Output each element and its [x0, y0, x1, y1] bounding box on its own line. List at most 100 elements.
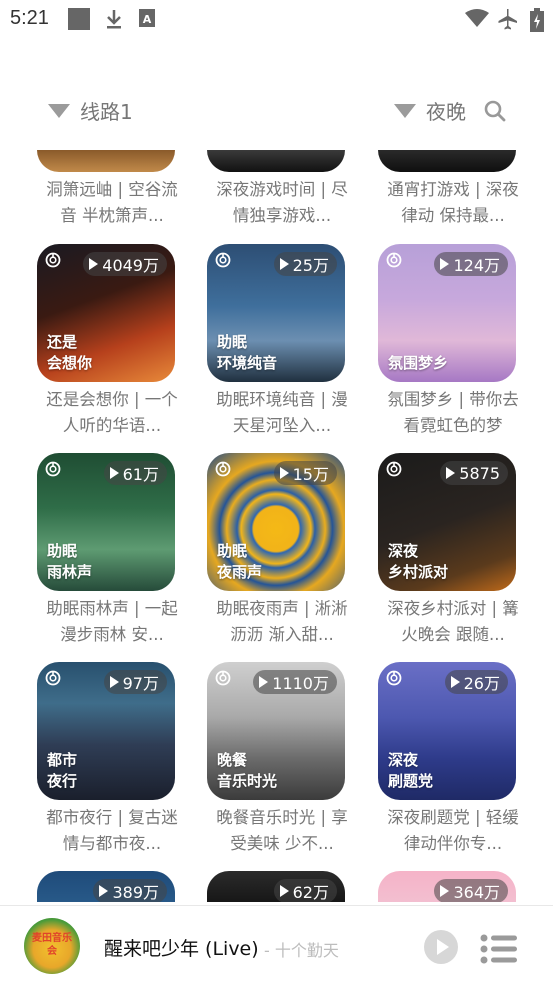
tag-line: 环境纯音 [217, 354, 278, 372]
playlist-caption: 深夜刷题党 | 轻缓律动伴你专... [387, 808, 519, 853]
tag-line: 晚餐 [217, 751, 248, 769]
status-time: 5:21 [10, 7, 49, 29]
app-a-icon: A [139, 9, 155, 27]
play-icon [89, 258, 99, 270]
playlist-cover: 97万都市夜行 [37, 662, 175, 800]
download-icon [107, 10, 121, 29]
playlist-caption: 助眠夜雨声 | 淅淅沥沥 渐入甜... [216, 599, 348, 644]
playlist-caption: 深夜游戏时间 | 尽情独享游戏... [216, 180, 348, 225]
play-icon [109, 467, 119, 479]
playlist-cover [207, 150, 345, 172]
playlist-caption: 助眠雨林声 | 一起漫步雨林 安... [46, 599, 178, 644]
playlist-tag: 晚餐 音乐时光 [217, 750, 277, 792]
play-count: 61万 [103, 461, 167, 485]
playlist-cover: 15万助眠夜雨声 [207, 453, 345, 591]
playlist-cover [37, 150, 175, 172]
radio-logo-icon [45, 670, 61, 686]
route-selector[interactable]: 线路1 [48, 96, 133, 125]
playlist-caption: 还是会想你 | 一个人听的华语... [46, 390, 178, 435]
play-icon [279, 467, 289, 479]
play-count: 364万 [434, 879, 508, 902]
tag-line: 夜行 [47, 772, 78, 790]
play-icon [450, 676, 460, 688]
playlist-cover: 364万 [378, 871, 516, 902]
status-bar: 5:21 A [0, 0, 553, 38]
play-icon [279, 885, 289, 897]
play-icon [259, 676, 269, 688]
playlist-tag: 深夜 乡村派对 [388, 541, 448, 583]
radio-logo-icon [45, 252, 61, 268]
radio-logo-icon [45, 461, 61, 477]
playlist-grid[interactable]: 洞箫远岫 | 空谷流音 半枕箫声... 深夜游戏时间 | 尽情独享游戏... 通… [0, 150, 553, 902]
play-icon [279, 258, 289, 270]
mode-label: 夜晚 [426, 100, 466, 124]
playlist-tag: 助眠 环境纯音 [217, 332, 277, 374]
top-bar: 线路1 夜晚 [0, 88, 553, 132]
play-icon [99, 885, 109, 897]
playlist-cover: 25万助眠环境纯音 [207, 244, 345, 382]
playlist-caption: 氛围梦乡 | 带你去看霓虹色的梦 [387, 390, 519, 435]
play-count: 1110万 [253, 670, 337, 694]
svg-text:A: A [143, 13, 152, 26]
dropdown-triangle-icon [48, 103, 70, 118]
album-logo-text: 麦田音乐会 [32, 933, 72, 957]
tag-line: 深夜 [388, 751, 419, 769]
playlist-tag: 还是 会想你 [47, 332, 92, 374]
wifi-icon [465, 9, 489, 27]
play-button[interactable] [424, 930, 458, 964]
tag-line: 雨林声 [47, 563, 93, 581]
play-icon [440, 885, 450, 897]
play-count: 25万 [273, 252, 337, 276]
mini-player[interactable]: 麦田音乐会 醒来吧少年 (Live) - 十个勤天 [0, 905, 553, 984]
playlist-caption: 深夜乡村派对 | 篝火晚会 跟随... [387, 599, 519, 644]
tag-line: 氛围梦乡 [388, 354, 449, 372]
playlist-tag: 氛围梦乡 [388, 353, 448, 374]
tag-line: 助眠 [217, 542, 248, 560]
playlist-caption: 通宵打游戏 | 深夜律动 保持最... [387, 180, 519, 225]
radio-logo-icon [386, 670, 402, 686]
playlist-caption: 都市夜行 | 复古迷情与都市夜... [46, 808, 178, 853]
playlist-cover: 389万 [37, 871, 175, 902]
playlist-tag: 助眠 雨林声 [47, 541, 92, 583]
battery-charging-icon [530, 8, 544, 32]
play-count: 5875 [440, 461, 508, 485]
playlist-icon[interactable] [480, 934, 518, 964]
radio-logo-icon [215, 670, 231, 686]
tag-line: 都市 [47, 751, 78, 769]
playlist-caption: 洞箫远岫 | 空谷流音 半枕箫声... [46, 180, 178, 225]
radio-logo-icon [386, 252, 402, 268]
tag-line: 夜雨声 [217, 563, 263, 581]
playlist-cover: 61万助眠雨林声 [37, 453, 175, 591]
album-art[interactable]: 麦田音乐会 [24, 918, 80, 974]
play-count: 62万 [273, 879, 337, 902]
play-count: 15万 [273, 461, 337, 485]
playlist-cover: 1110万晚餐音乐时光 [207, 662, 345, 800]
search-icon[interactable] [484, 100, 506, 122]
tag-line: 还是 [47, 333, 78, 351]
playlist-cover: 5875 深夜 乡村派对 [378, 453, 516, 591]
play-icon [437, 939, 449, 955]
play-count: 26万 [444, 670, 508, 694]
mode-selector[interactable]: 夜晚 [394, 96, 466, 125]
playlist-cover: 4049万还是会想你 [37, 244, 175, 382]
play-count: 389万 [93, 879, 167, 902]
play-count: 97万 [103, 670, 167, 694]
play-count: 4049万 [83, 252, 167, 276]
tag-line: 刷题党 [388, 772, 434, 790]
playlist-cover [378, 150, 516, 172]
song-artist: - 十个勤天 [264, 941, 339, 960]
dropdown-triangle-icon [394, 103, 416, 118]
tag-line: 会想你 [47, 354, 93, 372]
tag-line: 助眠 [217, 333, 248, 351]
route-label: 线路1 [80, 100, 133, 124]
playlist-tag: 助眠 夜雨声 [217, 541, 262, 583]
play-icon [440, 258, 450, 270]
radio-logo-icon [215, 461, 231, 477]
song-title: 醒来吧少年 (Live) [104, 938, 259, 960]
play-icon [109, 676, 119, 688]
tag-line: 音乐时光 [217, 772, 278, 790]
playlist-cover: 62万 [207, 871, 345, 902]
tag-line: 深夜 [388, 542, 419, 560]
play-count: 124万 [434, 252, 508, 276]
tag-line: 助眠 [47, 542, 78, 560]
